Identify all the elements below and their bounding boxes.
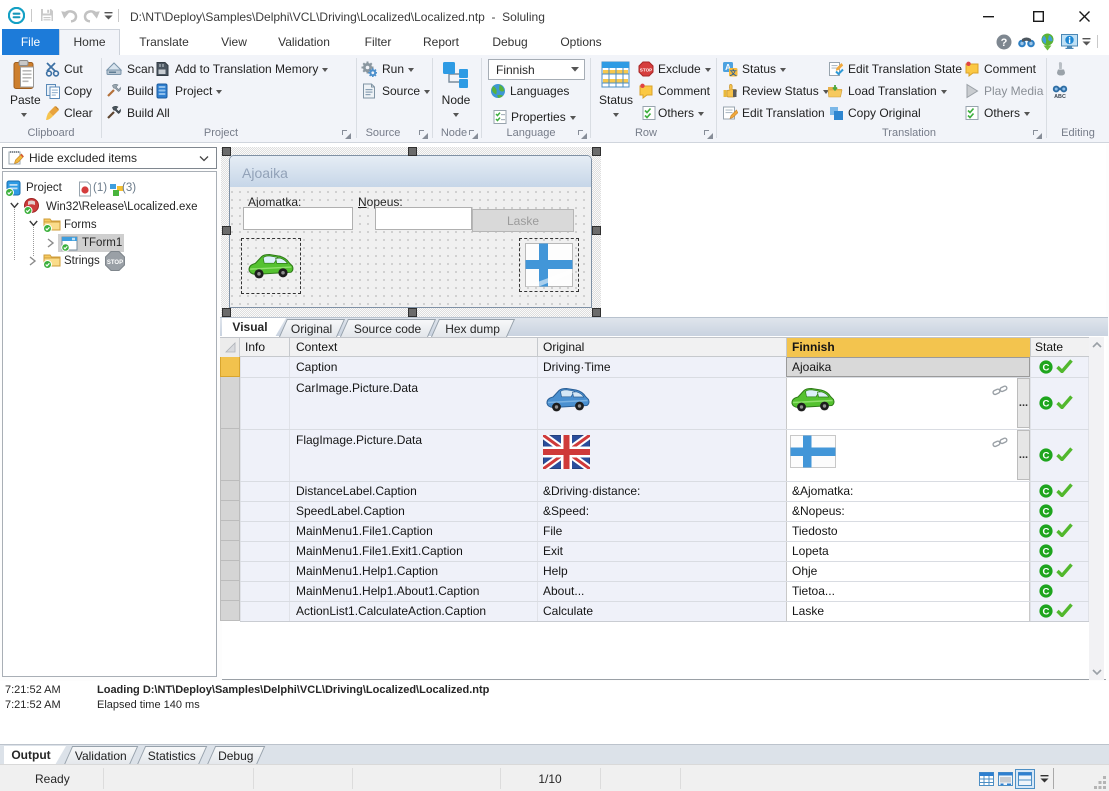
svg-text:C: C <box>1043 507 1050 518</box>
svg-text:C: C <box>1043 607 1050 618</box>
svg-text:C: C <box>1043 547 1050 558</box>
svg-text:C: C <box>1043 363 1050 374</box>
svg-text:C: C <box>1043 399 1050 410</box>
svg-text:C: C <box>1043 587 1050 598</box>
svg-text:C: C <box>1043 527 1050 538</box>
svg-text:?: ? <box>1001 37 1008 49</box>
svg-text:文: 文 <box>730 68 738 77</box>
svg-text:STOP: STOP <box>107 260 123 266</box>
svg-text:C: C <box>1043 451 1050 462</box>
svg-text:C: C <box>1043 487 1050 498</box>
svg-text:C: C <box>1043 567 1050 578</box>
svg-text:STOP: STOP <box>640 68 652 73</box>
svg-text:ABC: ABC <box>1054 94 1066 99</box>
